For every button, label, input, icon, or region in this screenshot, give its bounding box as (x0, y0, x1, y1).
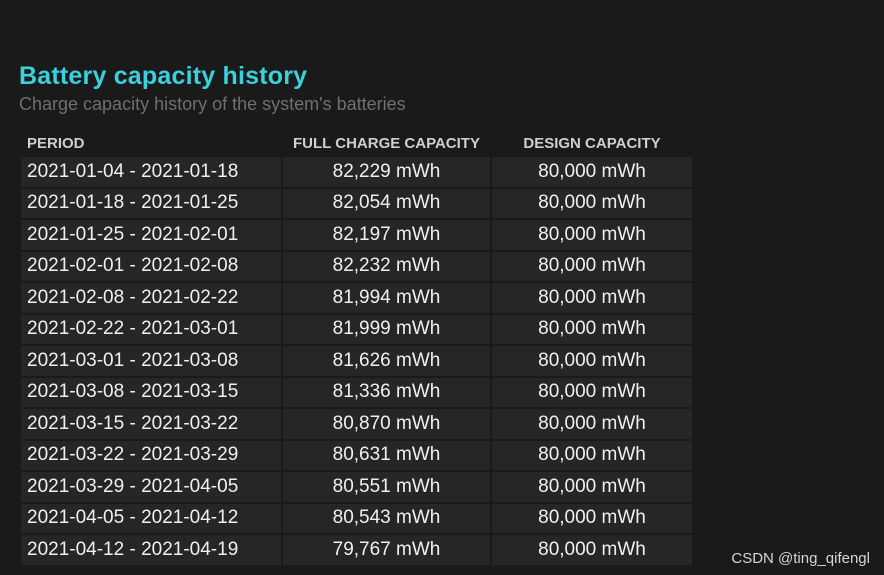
table-row: 2021-03-29 - 2021-04-05 80,551 mWh 80,000 … (21, 472, 692, 502)
capacity-history-table: PERIOD FULL CHARGE CAPACITY DESIGN CAPAC… (19, 129, 694, 567)
full-charge-capacity-cell: 80,551 mWh (283, 472, 490, 502)
table-row: 2021-03-01 - 2021-03-08 81,626 mWh 80,000 … (21, 346, 692, 376)
page-subtitle: Charge capacity history of the system's … (19, 94, 406, 114)
table-row: 2021-02-22 - 2021-03-01 81,999 mWh 80,000 … (21, 314, 692, 344)
design-capacity-cell: 80,000 mWh (492, 283, 692, 313)
design-capacity-cell: 80,000 mWh (492, 409, 692, 439)
design-capacity-cell: 80,000 mWh (492, 503, 692, 533)
design-capacity-cell: 80,000 mWh (492, 251, 692, 281)
full-charge-capacity-cell: 81,626 mWh (283, 346, 490, 376)
design-capacity-cell: 80,000 mWh (492, 377, 692, 407)
period-cell: 2021-02-08 - 2021-02-22 (21, 283, 281, 313)
period-cell: 2021-03-01 - 2021-03-08 (21, 346, 281, 376)
period-cell: 2021-03-15 - 2021-03-22 (21, 409, 281, 439)
full-charge-capacity-cell: 81,999 mWh (283, 314, 490, 344)
table-row: 2021-02-01 - 2021-02-08 82,232 mWh 80,000 … (21, 251, 692, 281)
design-capacity-cell: 80,000 mWh (492, 314, 692, 344)
design-capacity-cell: 80,000 mWh (492, 220, 692, 250)
table-row: 2021-04-05 - 2021-04-12 80,543 mWh 80,000 … (21, 503, 692, 533)
table-row: 2021-03-15 - 2021-03-22 80,870 mWh 80,000 … (21, 409, 692, 439)
table-header-row: PERIOD FULL CHARGE CAPACITY DESIGN CAPAC… (21, 131, 692, 155)
period-cell: 2021-01-04 - 2021-01-18 (21, 157, 281, 187)
period-cell: 2021-02-01 - 2021-02-08 (21, 251, 281, 281)
full-charge-capacity-cell: 81,994 mWh (283, 283, 490, 313)
table-row: 2021-01-18 - 2021-01-25 82,054 mWh 80,000 … (21, 188, 692, 218)
period-cell: 2021-03-08 - 2021-03-15 (21, 377, 281, 407)
page-title: Battery capacity history (19, 62, 308, 90)
period-cell: 2021-03-22 - 2021-03-29 (21, 440, 281, 470)
table-row: 2021-01-25 - 2021-02-01 82,197 mWh 80,000 … (21, 220, 692, 250)
full-charge-capacity-cell: 80,631 mWh (283, 440, 490, 470)
period-cell: 2021-01-25 - 2021-02-01 (21, 220, 281, 250)
table-body: 2021-01-04 - 2021-01-18 82,229 mWh 80,000 … (21, 157, 692, 565)
column-header-design-capacity: DESIGN CAPACITY (523, 134, 661, 152)
table-row: 2021-03-22 - 2021-03-29 80,631 mWh 80,000 … (21, 440, 692, 470)
design-capacity-cell: 80,000 mWh (492, 188, 692, 218)
column-header-full-charge-capacity: FULL CHARGE CAPACITY (293, 134, 480, 152)
period-cell: 2021-03-29 - 2021-04-05 (21, 472, 281, 502)
full-charge-capacity-cell: 82,229 mWh (283, 157, 490, 187)
full-charge-capacity-cell: 80,543 mWh (283, 503, 490, 533)
table-row: 2021-03-08 - 2021-03-15 81,336 mWh 80,000 … (21, 377, 692, 407)
table-row: 2021-01-04 - 2021-01-18 82,229 mWh 80,000 … (21, 157, 692, 187)
table-row: 2021-02-08 - 2021-02-22 81,994 mWh 80,000 … (21, 283, 692, 313)
design-capacity-cell: 80,000 mWh (492, 440, 692, 470)
full-charge-capacity-cell: 82,054 mWh (283, 188, 490, 218)
full-charge-capacity-cell: 82,197 mWh (283, 220, 490, 250)
period-cell: 2021-04-12 - 2021-04-19 (21, 535, 281, 565)
design-capacity-cell: 80,000 mWh (492, 346, 692, 376)
full-charge-capacity-cell: 80,870 mWh (283, 409, 490, 439)
period-cell: 2021-01-18 - 2021-01-25 (21, 188, 281, 218)
battery-capacity-report: Battery capacity history Charge capacity… (19, 60, 694, 567)
full-charge-capacity-cell: 79,767 mWh (283, 535, 490, 565)
full-charge-capacity-cell: 81,336 mWh (283, 377, 490, 407)
design-capacity-cell: 80,000 mWh (492, 157, 692, 187)
period-cell: 2021-04-05 - 2021-04-12 (21, 503, 281, 533)
table-row: 2021-04-12 - 2021-04-19 79,767 mWh 80,000 … (21, 535, 692, 565)
design-capacity-cell: 80,000 mWh (492, 472, 692, 502)
period-cell: 2021-02-22 - 2021-03-01 (21, 314, 281, 344)
design-capacity-cell: 80,000 mWh (492, 535, 692, 565)
full-charge-capacity-cell: 82,232 mWh (283, 251, 490, 281)
watermark: CSDN @ting_qifengl (731, 550, 870, 567)
column-header-period: PERIOD (27, 134, 85, 152)
